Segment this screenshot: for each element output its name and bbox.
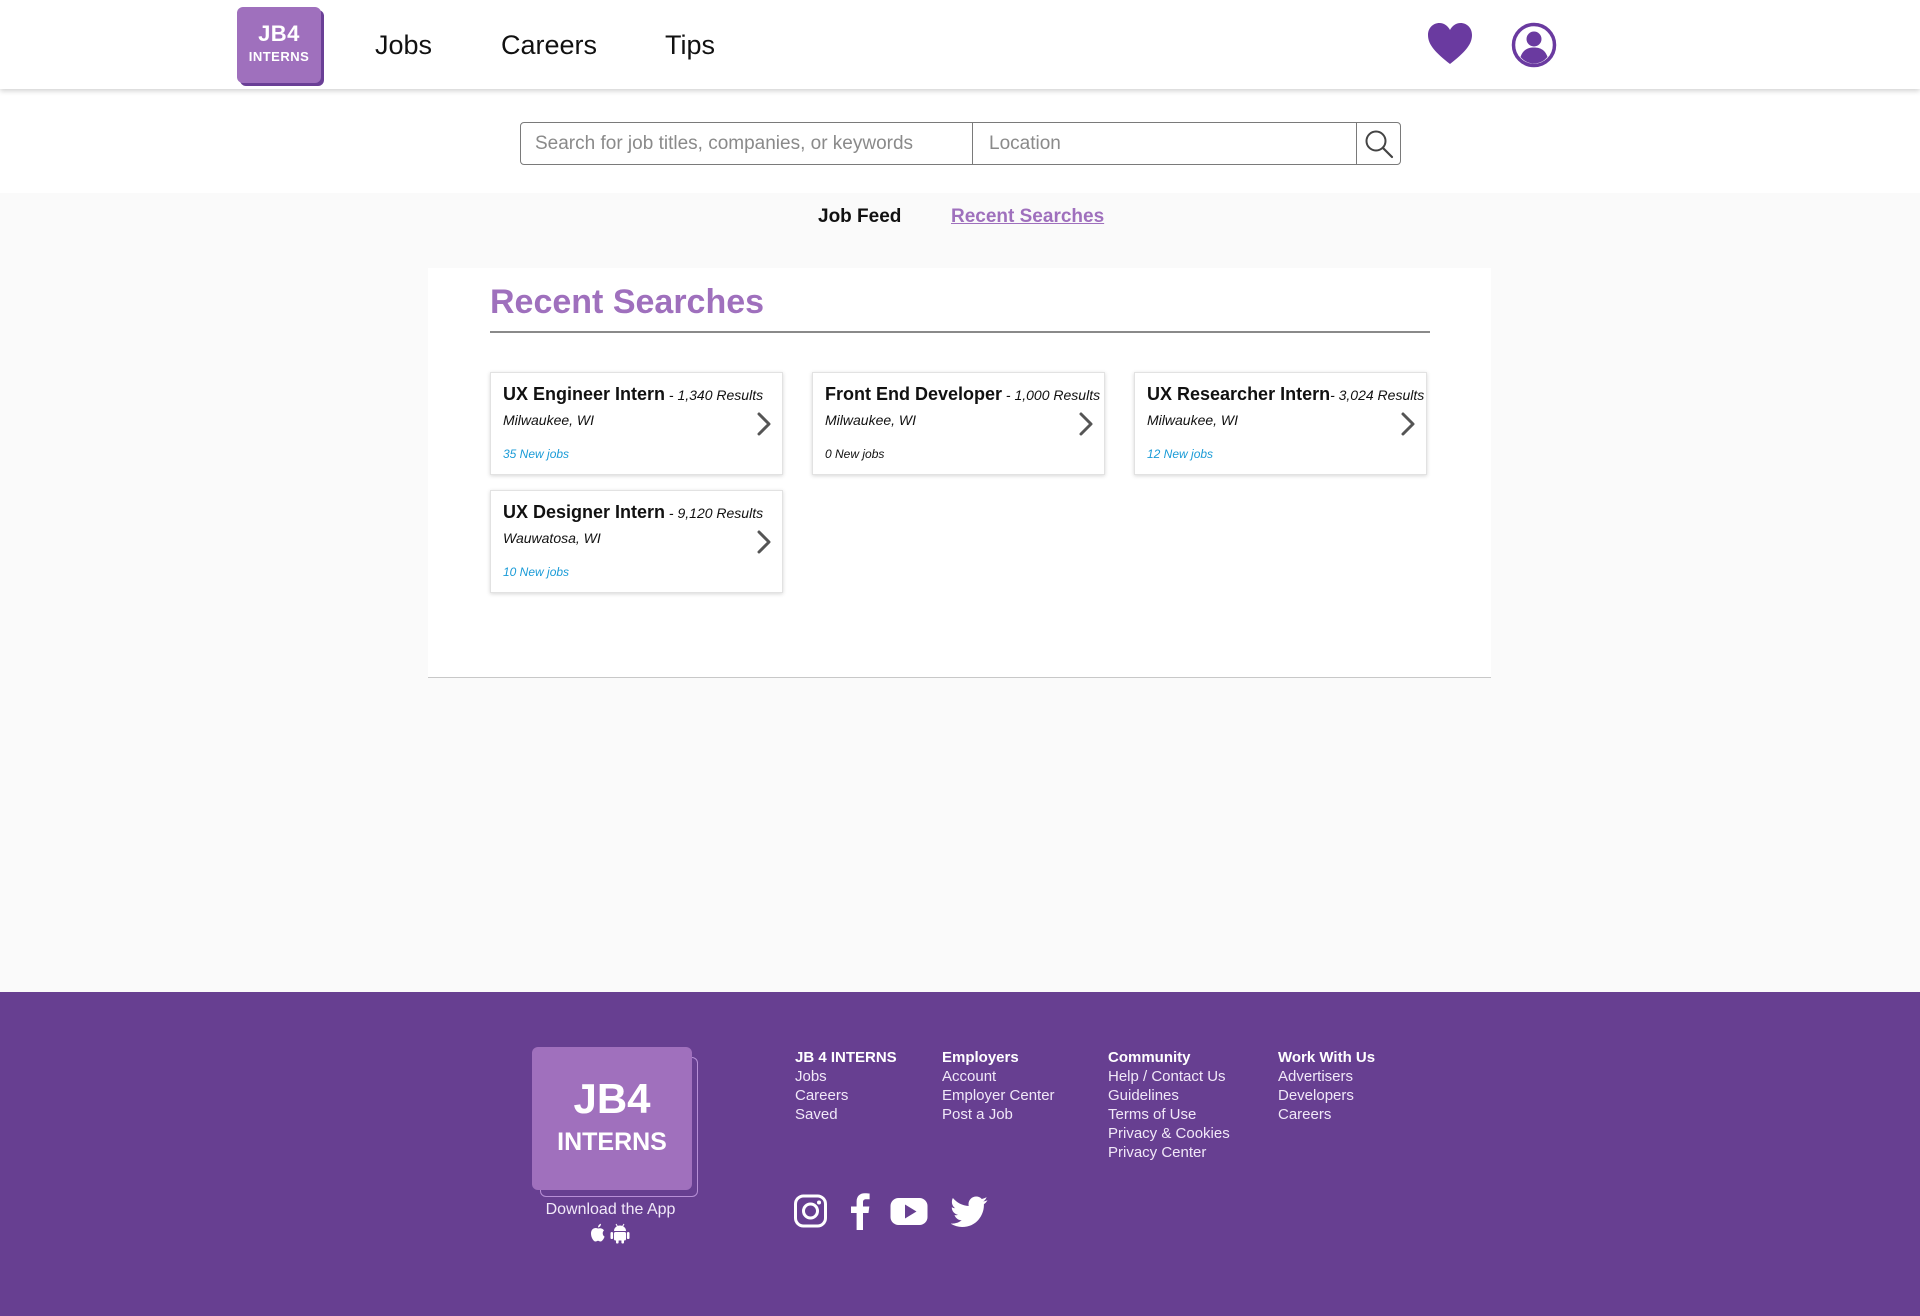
keywords-search-input[interactable]: [521, 123, 973, 164]
footer-link-jobs[interactable]: Jobs: [795, 1067, 897, 1086]
footer-logo-line-2: INTERNS: [557, 1128, 667, 1156]
search-location: Wauwatosa, WI: [503, 530, 601, 546]
result-count: - 1,000 Results: [1002, 387, 1101, 403]
footer-heading: Employers: [942, 1049, 1019, 1066]
download-app-text: Download the App: [545, 1201, 676, 1218]
footer-heading: Community: [1108, 1049, 1191, 1066]
result-count: - 9,120 Results: [665, 505, 764, 521]
logo-line-1: JB4: [258, 21, 300, 46]
search-title: UX Engineer Intern: [503, 384, 666, 404]
new-jobs-count: 12 New jobs: [1147, 447, 1214, 461]
recent-search-card[interactable]: UX Researcher Intern- 3,024 Results Milw…: [1134, 372, 1427, 475]
favorites-button[interactable]: [1427, 22, 1473, 66]
apple-icon[interactable]: [591, 1223, 605, 1242]
result-count: - 3,024 Results: [1330, 387, 1425, 403]
facebook-icon[interactable]: [850, 1192, 870, 1230]
search-title: UX Designer Intern: [503, 502, 666, 522]
nav-tips[interactable]: Tips: [665, 28, 715, 62]
new-jobs-count: 0 New jobs: [825, 447, 885, 461]
footer-heading: JB 4 INTERNS: [795, 1049, 897, 1066]
footer-column-community: Community Help / Contact Us Guidelines T…: [1108, 1048, 1230, 1162]
footer-link-account[interactable]: Account: [942, 1067, 1055, 1086]
brand-logo[interactable]: JB4 INTERNS: [237, 7, 321, 83]
card-title-line: UX Engineer Intern - 1,340 Results: [503, 383, 763, 407]
search-location: Milwaukee, WI: [825, 412, 917, 428]
footer-link-careers[interactable]: Careers: [795, 1086, 897, 1105]
search-bar: [520, 122, 1401, 165]
search-button[interactable]: [1357, 123, 1400, 164]
chevron-right-icon: [1079, 412, 1093, 436]
new-jobs-count: 35 New jobs: [503, 447, 570, 461]
footer-column-employers: Employers Account Employer Center Post a…: [942, 1048, 1055, 1124]
nav-careers[interactable]: Careers: [501, 28, 597, 62]
chevron-right-icon: [757, 412, 771, 436]
footer-column-jb4interns: JB 4 INTERNS Jobs Careers Saved: [795, 1048, 897, 1124]
recent-search-card[interactable]: UX Designer Intern - 9,120 Results Wauwa…: [490, 490, 783, 593]
result-count: - 1,340 Results: [665, 387, 764, 403]
recent-search-card[interactable]: UX Engineer Intern - 1,340 Results Milwa…: [490, 372, 783, 475]
search-title: UX Researcher Intern: [1147, 384, 1331, 404]
nav-jobs[interactable]: Jobs: [375, 28, 432, 62]
page-title: Recent Searches: [490, 283, 765, 321]
footer-link-terms-of-use[interactable]: Terms of Use: [1108, 1105, 1230, 1124]
footer-logo-line-1: JB4: [573, 1075, 651, 1122]
footer-heading: Work With Us: [1278, 1049, 1376, 1066]
location-input[interactable]: [973, 123, 1357, 164]
youtube-icon[interactable]: [890, 1192, 928, 1230]
footer-link-saved[interactable]: Saved: [795, 1105, 897, 1124]
card-title-line: UX Designer Intern - 9,120 Results: [503, 501, 763, 525]
search-band: [0, 89, 1920, 193]
footer-column-work-with-us: Work With Us Advertisers Developers Care…: [1278, 1048, 1375, 1124]
tab-job-feed[interactable]: Job Feed: [818, 205, 901, 229]
chevron-right-icon: [757, 530, 771, 554]
app-store-icons: [591, 1223, 630, 1244]
footer-link-guidelines[interactable]: Guidelines: [1108, 1086, 1230, 1105]
instagram-icon[interactable]: [794, 1192, 827, 1230]
chevron-right-icon: [1401, 412, 1415, 436]
recent-search-card[interactable]: Front End Developer - 1,000 Results Milw…: [812, 372, 1105, 475]
recent-searches-panel: Recent Searches UX Engineer Intern - 1,3…: [428, 268, 1491, 678]
footer-link-privacy-center[interactable]: Privacy Center: [1108, 1143, 1230, 1162]
footer-link-help-contact[interactable]: Help / Contact Us: [1108, 1067, 1230, 1086]
profile-button[interactable]: [1511, 22, 1557, 68]
android-icon[interactable]: [610, 1223, 630, 1244]
search-location: Milwaukee, WI: [503, 412, 595, 428]
footer-link-developers[interactable]: Developers: [1278, 1086, 1375, 1105]
user-circle-icon: [1511, 22, 1557, 68]
footer-logo[interactable]: JB4 INTERNS: [532, 1047, 692, 1190]
footer-link-post-a-job[interactable]: Post a Job: [942, 1105, 1055, 1124]
new-jobs-count: 10 New jobs: [503, 565, 570, 579]
title-divider: [490, 331, 1430, 333]
footer: JB4 INTERNS Download the App JB 4 INTERN…: [0, 992, 1920, 1316]
footer-link-privacy-cookies[interactable]: Privacy & Cookies: [1108, 1124, 1230, 1143]
heart-icon: [1428, 23, 1472, 64]
footer-link-careers-work[interactable]: Careers: [1278, 1105, 1375, 1124]
top-navbar: JB4 INTERNS Jobs Careers Tips: [0, 0, 1920, 89]
search-icon: [1365, 130, 1394, 158]
search-location: Milwaukee, WI: [1147, 412, 1239, 428]
card-title-line: UX Researcher Intern- 3,024 Results: [1147, 383, 1424, 407]
footer-link-advertisers[interactable]: Advertisers: [1278, 1067, 1375, 1086]
tab-recent-searches[interactable]: Recent Searches: [951, 205, 1104, 229]
search-title: Front End Developer: [825, 384, 1003, 404]
card-title-line: Front End Developer - 1,000 Results: [825, 383, 1100, 407]
twitter-icon[interactable]: [951, 1192, 988, 1230]
logo-line-2: INTERNS: [248, 49, 310, 64]
footer-link-employer-center[interactable]: Employer Center: [942, 1086, 1055, 1105]
